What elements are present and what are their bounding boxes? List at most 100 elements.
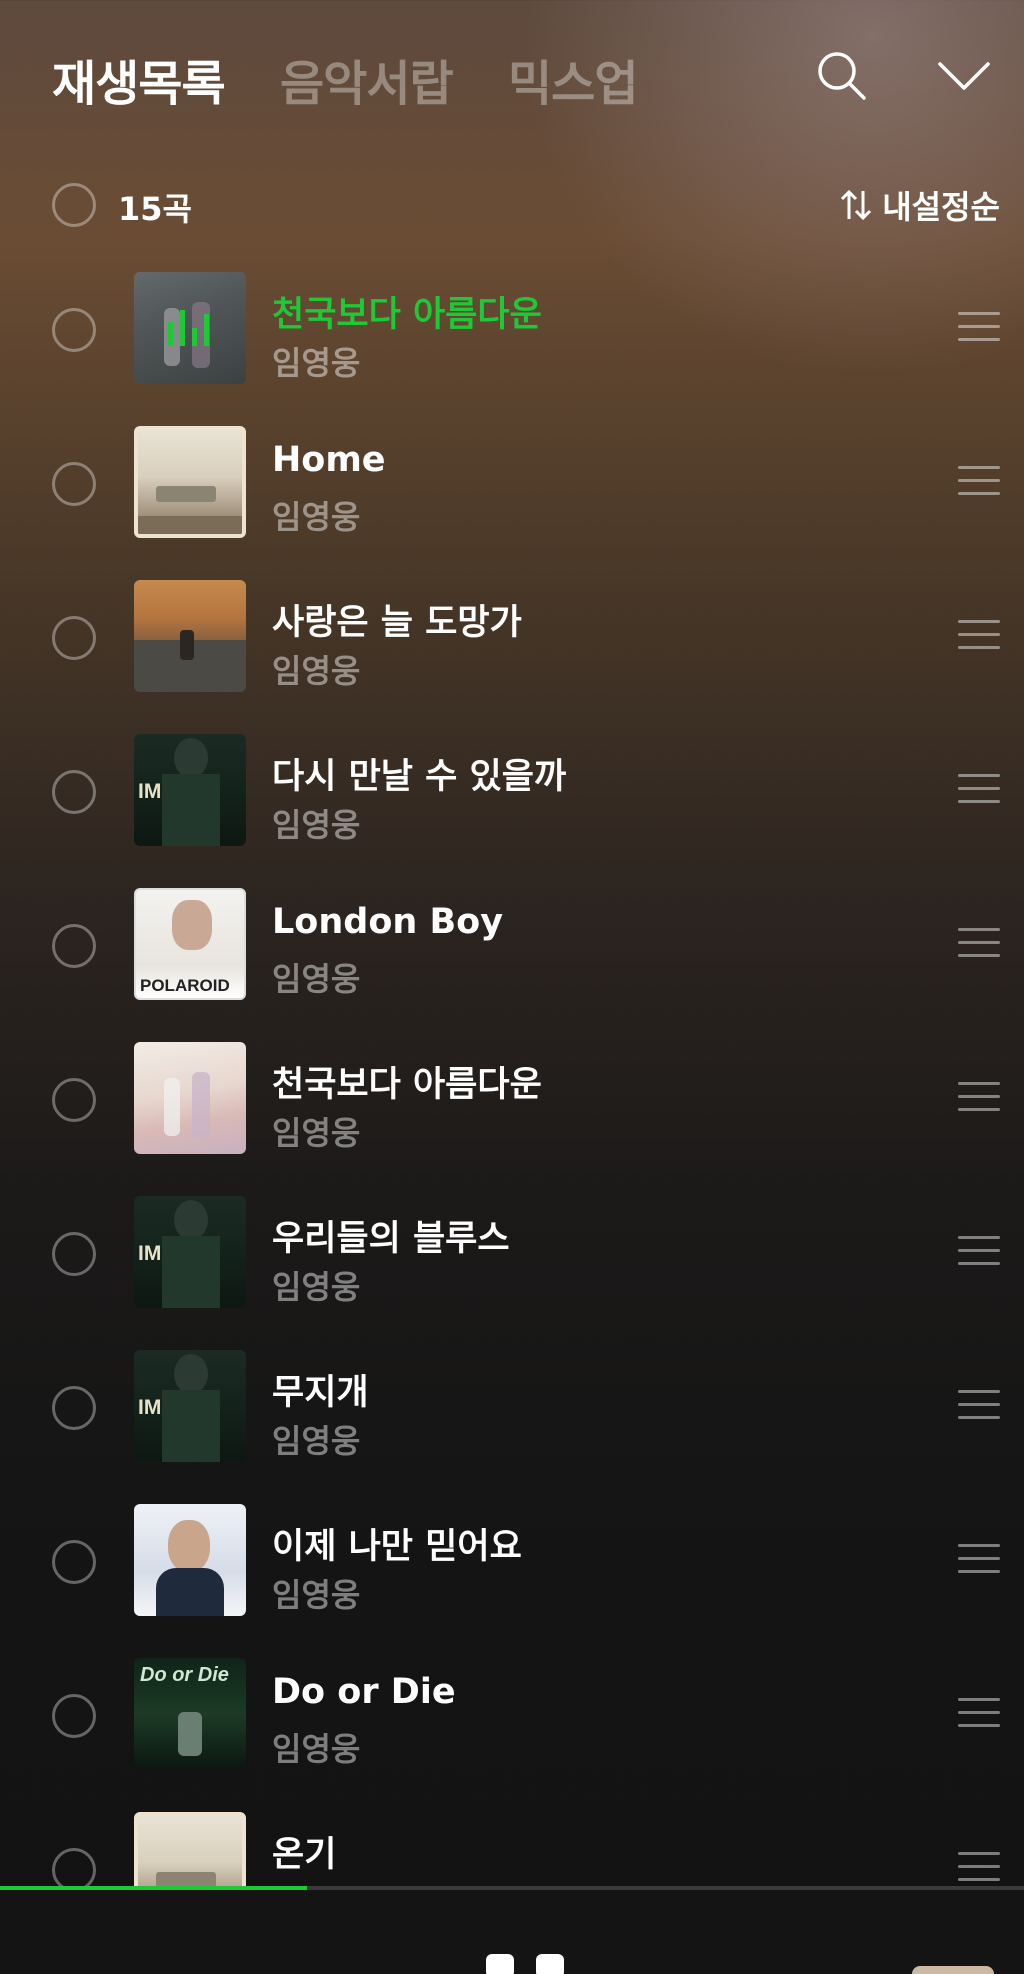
track-artist: 임영웅 (272, 652, 361, 690)
drag-handle-line (958, 954, 1000, 957)
drag-handle[interactable] (958, 1080, 1000, 1114)
drag-handle-line (958, 1262, 1000, 1265)
track-row[interactable]: 온기임영웅 (0, 1802, 1024, 1888)
tab-mixup[interactable]: 믹스업 (508, 44, 638, 114)
drag-handle[interactable] (958, 1696, 1000, 1730)
drag-handle-icon (958, 1852, 1000, 1855)
track-select-checkbox[interactable] (52, 462, 96, 506)
track-row[interactable]: IM HE O 무지개임영웅 (0, 1340, 1024, 1494)
track-select-checkbox[interactable] (52, 1232, 96, 1276)
album-art[interactable] (134, 426, 246, 538)
track-row[interactable]: IM HE O 다시 만날 수 있을까임영웅 (0, 724, 1024, 878)
drag-handle-line (958, 325, 1000, 328)
track-select-checkbox[interactable] (52, 1078, 96, 1122)
drag-handle[interactable] (958, 926, 1000, 960)
track-row[interactable]: 사랑은 늘 도망가 임영웅 (0, 570, 1024, 724)
search-button[interactable] (814, 48, 870, 104)
mini-player (0, 1890, 1024, 1974)
drag-handle-line (958, 1108, 1000, 1111)
track-title: 천국보다 아름다운 (272, 295, 542, 335)
drag-handle[interactable] (958, 772, 1000, 806)
tab-music-drawer[interactable]: 음악서랍 (280, 44, 454, 114)
drag-handle[interactable] (958, 1850, 1000, 1884)
track-artist: 임영웅 (272, 1422, 361, 1460)
sort-button[interactable]: 내설정순 (838, 182, 1000, 228)
drag-handle-line (958, 479, 1000, 482)
drag-handle-line (958, 338, 1000, 341)
album-art[interactable] (134, 580, 246, 692)
track-select-checkbox[interactable] (52, 924, 96, 968)
tab-playlist[interactable]: 재생목록 (52, 44, 226, 114)
drag-handle[interactable] (958, 618, 1000, 652)
drag-handle-line (958, 1416, 1000, 1419)
track-select-checkbox[interactable] (52, 308, 96, 352)
track-artist: 임영웅 (272, 960, 361, 998)
drag-handle[interactable] (958, 1542, 1000, 1576)
track-select-checkbox[interactable] (52, 770, 96, 814)
drag-handle-line (958, 1557, 1000, 1560)
sort-arrows-icon (841, 189, 872, 221)
search-icon (818, 52, 866, 100)
album-art[interactable] (134, 1504, 246, 1616)
drag-handle-icon (958, 620, 1000, 623)
drag-handle-line (958, 1865, 1000, 1868)
track-select-checkbox[interactable] (52, 1848, 96, 1888)
album-art[interactable]: IM HE O (134, 1350, 246, 1462)
pause-icon-bar (536, 1954, 564, 1974)
select-all-checkbox[interactable] (52, 183, 96, 227)
list-toolbar: 15곡 내설정순 (0, 170, 1024, 240)
album-art[interactable]: IM HE O (134, 1196, 246, 1308)
album-art[interactable]: IM HE O (134, 734, 246, 846)
drag-handle-line (958, 1095, 1000, 1098)
track-title: 무지개 (272, 1373, 369, 1413)
track-select-checkbox[interactable] (52, 1694, 96, 1738)
track-select-checkbox[interactable] (52, 1540, 96, 1584)
album-art[interactable] (134, 1812, 246, 1888)
drag-handle[interactable] (958, 1234, 1000, 1268)
track-list: 천국보다 아름다운임영웅Home임영웅사랑은 늘 도망가임영웅IM HE O다시… (0, 262, 1024, 1888)
album-art[interactable] (134, 272, 246, 384)
drag-handle-line (958, 492, 1000, 495)
mini-album-art[interactable] (912, 1966, 994, 1974)
track-artist: 임영웅 (272, 1114, 361, 1152)
drag-handle-icon (958, 1698, 1000, 1701)
drag-handle-line (958, 787, 1000, 790)
sort-label: 내설정순 (882, 188, 1000, 226)
chevron-down-icon (938, 62, 990, 90)
drag-handle-icon (958, 1082, 1000, 1085)
track-row[interactable]: POLAROID London Boy 임영웅 (0, 878, 1024, 1032)
track-select-checkbox[interactable] (52, 1386, 96, 1430)
track-artist: 임영웅 (272, 1268, 361, 1306)
track-row[interactable]: 천국보다 아름다운 임영웅 (0, 1032, 1024, 1186)
pause-button[interactable] (486, 1954, 564, 1974)
track-row[interactable]: Home 임영웅 (0, 416, 1024, 570)
drag-handle[interactable] (958, 310, 1000, 344)
track-artist: 임영웅 (272, 344, 361, 382)
track-row[interactable]: 천국보다 아름다운임영웅 (0, 262, 1024, 416)
drag-handle-line (958, 800, 1000, 803)
track-title: Do or Die (272, 1672, 456, 1712)
track-title: 다시 만날 수 있을까 (272, 757, 567, 797)
drag-handle-line (958, 1724, 1000, 1727)
drag-handle-line (958, 633, 1000, 636)
album-art[interactable]: Do or Die (134, 1658, 246, 1770)
track-row[interactable]: IM HE O 우리들의 블루스임영웅 (0, 1186, 1024, 1340)
drag-handle-icon (958, 1236, 1000, 1239)
album-art-text: POLAROID (140, 976, 230, 995)
pause-icon (486, 1954, 514, 1974)
album-art[interactable] (134, 1042, 246, 1154)
header: 재생목록 음악서랍 믹스업 (0, 0, 1024, 150)
drag-handle[interactable] (958, 1388, 1000, 1422)
track-row[interactable]: Do or Die Do or Die 임영웅 (0, 1648, 1024, 1802)
drag-handle-line (958, 941, 1000, 944)
track-count: 15곡 (118, 190, 192, 228)
track-row[interactable]: 이제 나만 믿어요 임영웅 (0, 1494, 1024, 1648)
track-artist: 임영웅 (272, 498, 361, 536)
track-title: Home (272, 440, 386, 480)
track-select-checkbox[interactable] (52, 616, 96, 660)
album-art[interactable]: POLAROID (134, 888, 246, 1000)
drag-handle-icon (958, 1544, 1000, 1547)
track-title: 온기 (272, 1835, 337, 1875)
drag-handle[interactable] (958, 464, 1000, 498)
collapse-button[interactable] (936, 48, 992, 104)
